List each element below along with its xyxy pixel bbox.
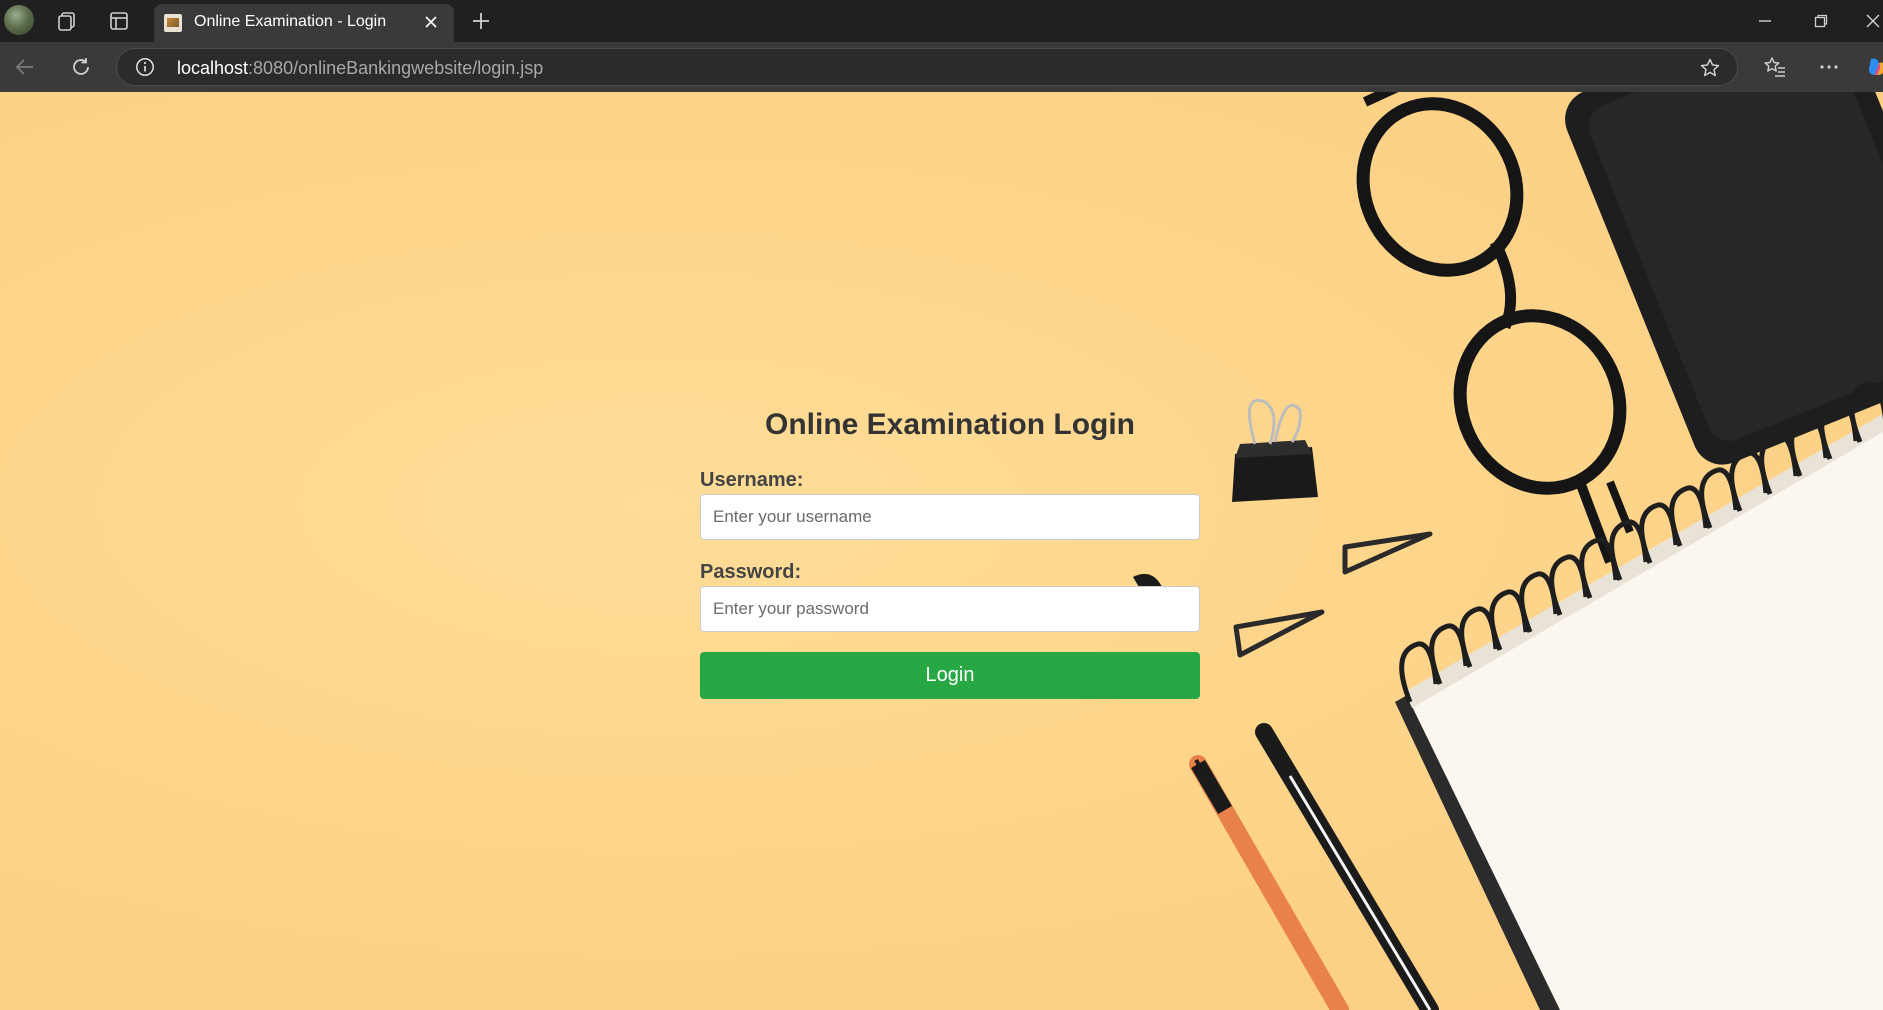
- browser-toolbar: localhost:8080/onlineBankingwebsite/logi…: [0, 42, 1883, 93]
- browser-titlebar: Online Examination - Login: [0, 0, 1883, 42]
- login-button[interactable]: Login: [700, 652, 1200, 699]
- password-label: Password:: [700, 561, 802, 583]
- workspaces-icon[interactable]: [54, 8, 80, 34]
- copilot-icon[interactable]: [1862, 52, 1883, 82]
- tab-title: Online Examination - Login: [194, 13, 387, 30]
- tab-favicon-icon: [164, 14, 182, 32]
- url-text: localhost:8080/onlineBankingwebsite/logi…: [177, 58, 543, 79]
- refresh-icon[interactable]: [66, 52, 96, 82]
- favorites-icon[interactable]: [1760, 52, 1790, 82]
- paper-clip-image: [1233, 531, 1433, 658]
- profile-avatar[interactable]: [4, 5, 34, 35]
- username-input[interactable]: [700, 494, 1200, 540]
- back-arrow-icon[interactable]: [10, 52, 40, 82]
- password-input[interactable]: [700, 586, 1200, 632]
- notebook-image: [1395, 414, 1883, 1010]
- url-host: localhost: [177, 58, 249, 78]
- minimize-icon[interactable]: [1742, 6, 1788, 36]
- page-viewport: Online Examination Login Username: Passw…: [0, 92, 1883, 1010]
- tab-active[interactable]: Online Examination - Login: [154, 4, 454, 42]
- url-path: :8080/onlineBankingwebsite/login.jsp: [248, 58, 544, 78]
- tab-actions-icon[interactable]: [106, 8, 132, 34]
- username-label: Username:: [700, 469, 804, 491]
- phone-image: [1565, 92, 1883, 465]
- login-form: Online Examination Login Username: Passw…: [700, 406, 1200, 699]
- login-title: Online Examination Login: [764, 408, 1136, 441]
- info-icon[interactable]: [135, 57, 155, 77]
- close-tab-icon[interactable]: [420, 11, 442, 33]
- more-icon[interactable]: [1814, 52, 1844, 82]
- new-tab-icon[interactable]: [468, 8, 494, 34]
- star-icon[interactable]: [1699, 57, 1721, 79]
- close-window-icon[interactable]: [1850, 6, 1883, 36]
- restore-icon[interactable]: [1798, 6, 1844, 36]
- address-bar[interactable]: localhost:8080/onlineBankingwebsite/logi…: [116, 48, 1738, 86]
